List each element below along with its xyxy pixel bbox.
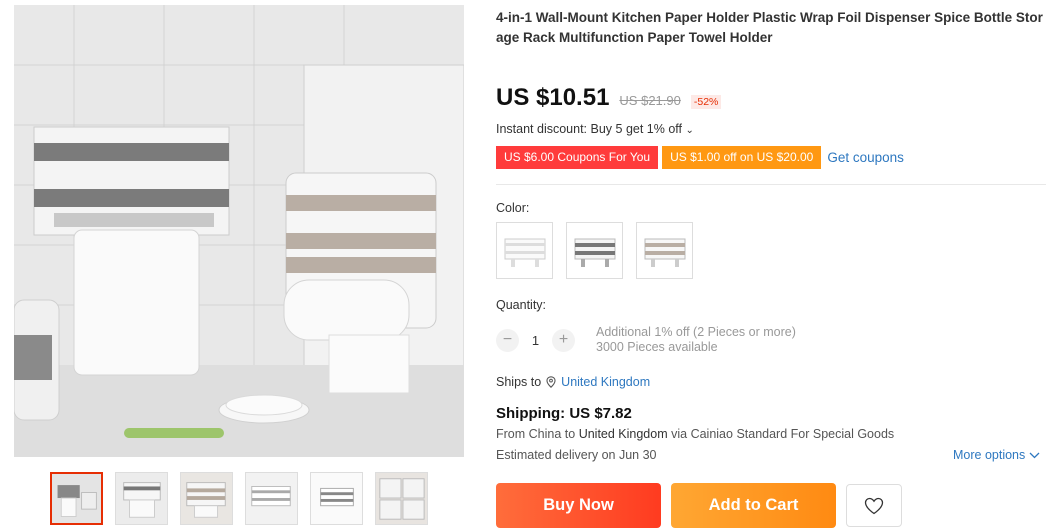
estimated-delivery: Estimated delivery on Jun 30 bbox=[496, 448, 657, 462]
rack-beige-icon bbox=[644, 238, 685, 267]
ship-to-country: United Kingdom bbox=[578, 427, 668, 441]
ships-to-label: Ships to bbox=[496, 375, 542, 389]
add-to-cart-button[interactable]: Add to Cart bbox=[671, 483, 836, 528]
quantity-minus-button[interactable]: − bbox=[496, 328, 519, 352]
thumbnail-3[interactable] bbox=[180, 472, 233, 525]
instant-discount-label: Instant discount: Buy 5 get 1% off bbox=[496, 122, 682, 136]
discount-badge: -52% bbox=[690, 95, 722, 109]
price-row: US $10.51 US $21.90 -52% bbox=[496, 84, 722, 112]
quantity-input[interactable]: 1 bbox=[519, 333, 552, 348]
main-product-image[interactable] bbox=[14, 5, 464, 457]
color-swatch-white[interactable] bbox=[496, 222, 553, 279]
chevron-down-icon: ⌄ bbox=[685, 125, 694, 136]
thumbnail-6[interactable] bbox=[375, 472, 428, 525]
ship-via-text: via Cainiao Standard For Special Goods bbox=[671, 427, 895, 441]
more-options-link[interactable]: More options bbox=[953, 448, 1040, 462]
wishlist-button[interactable] bbox=[846, 484, 902, 527]
instant-discount[interactable]: Instant discount: Buy 5 get 1% off ⌄ bbox=[496, 122, 694, 136]
pieces-available-text: 3000 Pieces available bbox=[596, 340, 718, 354]
thumbnail-5[interactable] bbox=[310, 472, 363, 525]
quantity-stepper: − 1 + Additional 1% off (2 Pieces or mor… bbox=[496, 325, 796, 355]
divider bbox=[496, 184, 1046, 185]
color-label: Color: bbox=[496, 201, 530, 215]
additional-discount-text: Additional 1% off (2 Pieces or more) bbox=[596, 325, 796, 339]
current-price: US $10.51 bbox=[496, 84, 610, 111]
ships-to-country-link[interactable]: United Kingdom bbox=[561, 375, 650, 389]
more-options-label: More options bbox=[953, 448, 1026, 462]
rack-white-icon bbox=[504, 238, 545, 267]
ships-to-row: Ships to United Kingdom bbox=[496, 375, 650, 389]
shipping-route: From China to United Kingdom via Cainiao… bbox=[496, 427, 894, 441]
product-title: 4-in-1 Wall-Mount Kitchen Paper Holder P… bbox=[496, 10, 1043, 45]
color-swatch-beige[interactable] bbox=[636, 222, 693, 279]
thumbnail-4[interactable] bbox=[245, 472, 298, 525]
quantity-label: Quantity: bbox=[496, 298, 547, 312]
get-coupons-link[interactable]: Get coupons bbox=[827, 150, 904, 165]
coupon-store[interactable]: US $6.00 Coupons For You bbox=[496, 146, 659, 169]
coupon-row: US $6.00 Coupons For You US $1.00 off on… bbox=[496, 146, 904, 169]
shipping-price: Shipping: US $7.82 bbox=[496, 405, 632, 422]
ship-from-text: From China to bbox=[496, 427, 576, 441]
buy-now-button[interactable]: Buy Now bbox=[496, 483, 661, 528]
location-pin-icon bbox=[546, 376, 556, 388]
quantity-plus-button[interactable]: + bbox=[552, 328, 575, 352]
chevron-down-icon bbox=[1029, 452, 1040, 458]
original-price: US $21.90 bbox=[619, 93, 681, 108]
thumbnail-1[interactable] bbox=[50, 472, 103, 525]
color-swatch-grey[interactable] bbox=[566, 222, 623, 279]
quantity-info: Additional 1% off (2 Pieces or more) 300… bbox=[596, 325, 796, 355]
thumbnail-2[interactable] bbox=[115, 472, 168, 525]
product-info: 4-in-1 Wall-Mount Kitchen Paper Holder P… bbox=[496, 8, 1046, 528]
heart-icon bbox=[864, 497, 884, 514]
coupon-select[interactable]: US $1.00 off on US $20.00 bbox=[662, 146, 822, 169]
color-swatches bbox=[496, 222, 693, 279]
thumbnail-strip bbox=[50, 472, 440, 526]
rack-grey-icon bbox=[574, 238, 615, 267]
